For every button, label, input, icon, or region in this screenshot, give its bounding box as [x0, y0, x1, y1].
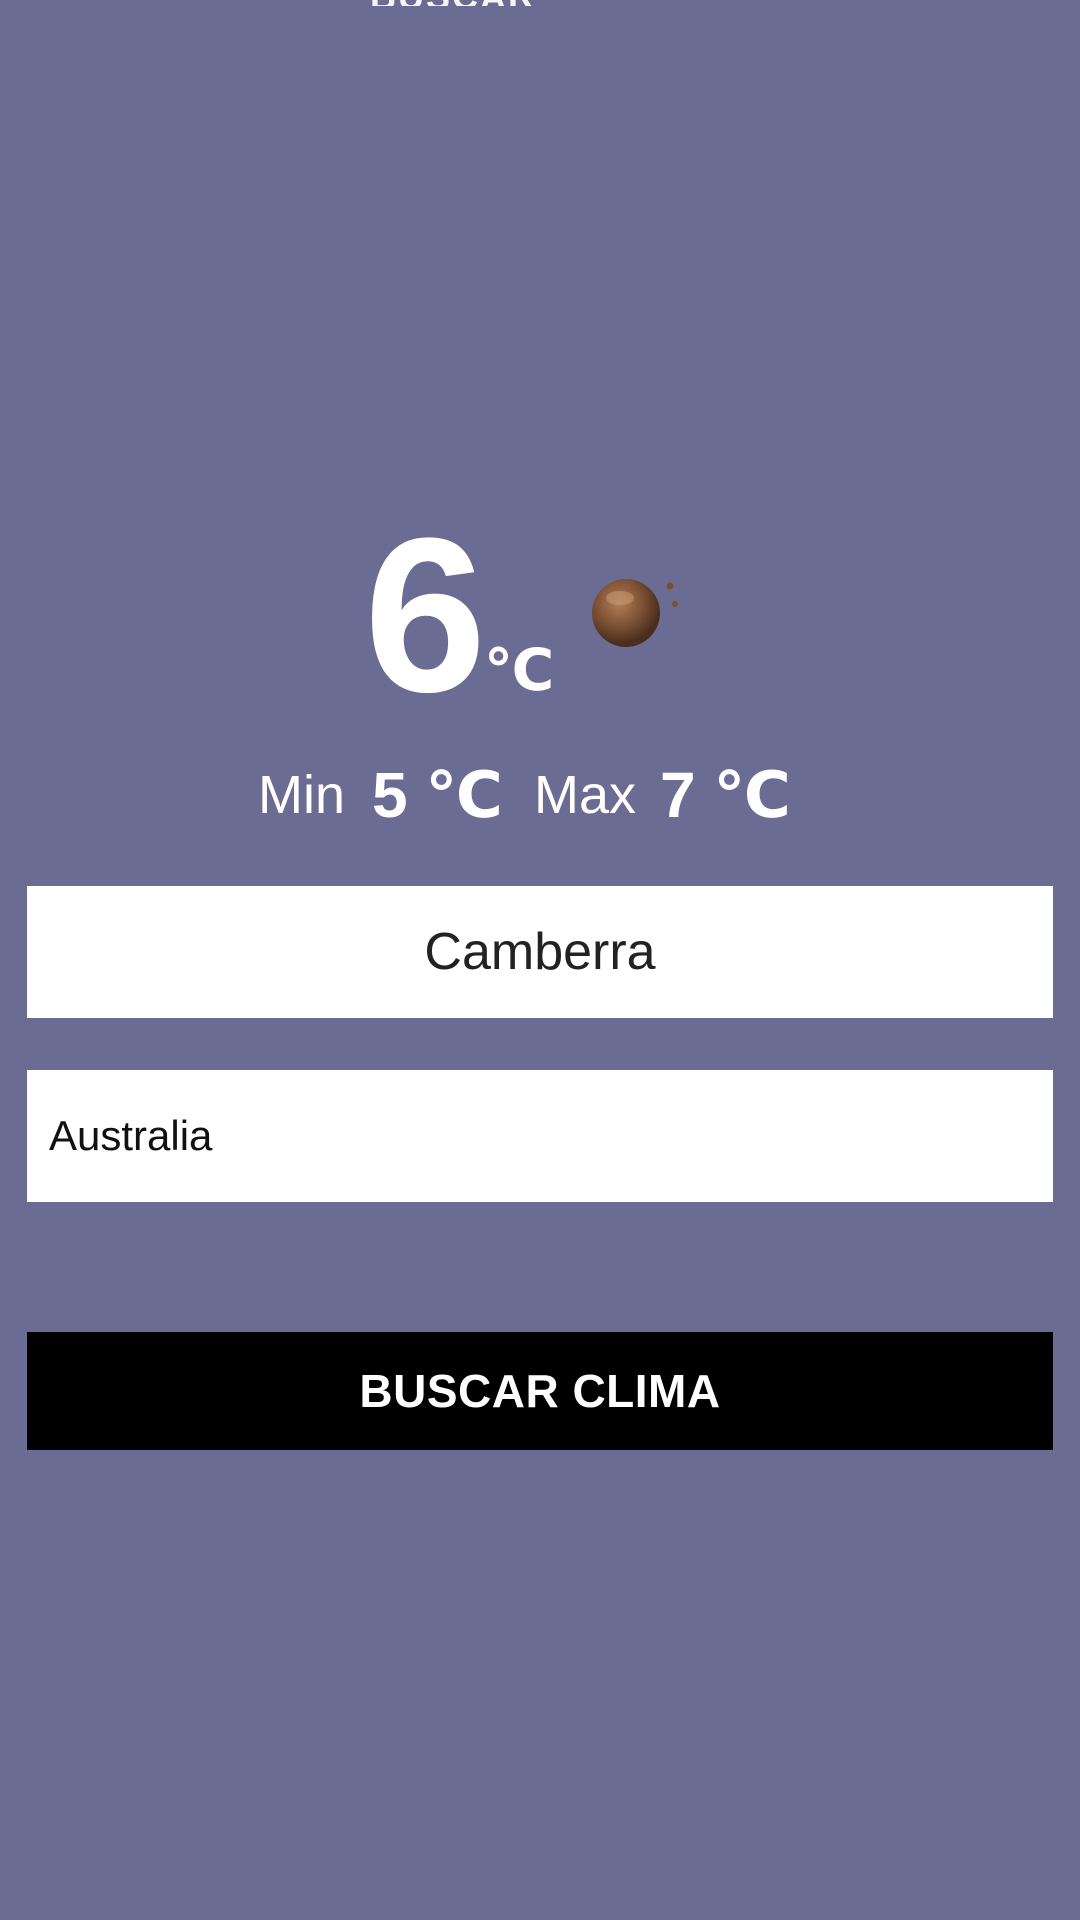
search-weather-button[interactable]: BUSCAR CLIMA — [27, 1332, 1053, 1450]
temperature-unit: ℃ — [484, 638, 555, 703]
temperature-value: 6 — [364, 492, 487, 738]
weather-condition-icon — [592, 579, 678, 647]
min-max-temperatures: Min 5 ℃ Max 7 ℃ — [0, 760, 1080, 830]
city-input[interactable] — [27, 886, 1053, 1018]
max-label: Max — [534, 765, 637, 825]
min-label: Min — [258, 765, 346, 825]
current-temperature: 6 ℃ — [0, 492, 1080, 738]
max-value: 7 ℃ — [660, 759, 791, 831]
min-value: 5 ℃ — [372, 759, 503, 831]
country-input[interactable] — [27, 1070, 1053, 1202]
top-cut-off-text: BUSCAR CLIMA — [370, 0, 670, 6]
